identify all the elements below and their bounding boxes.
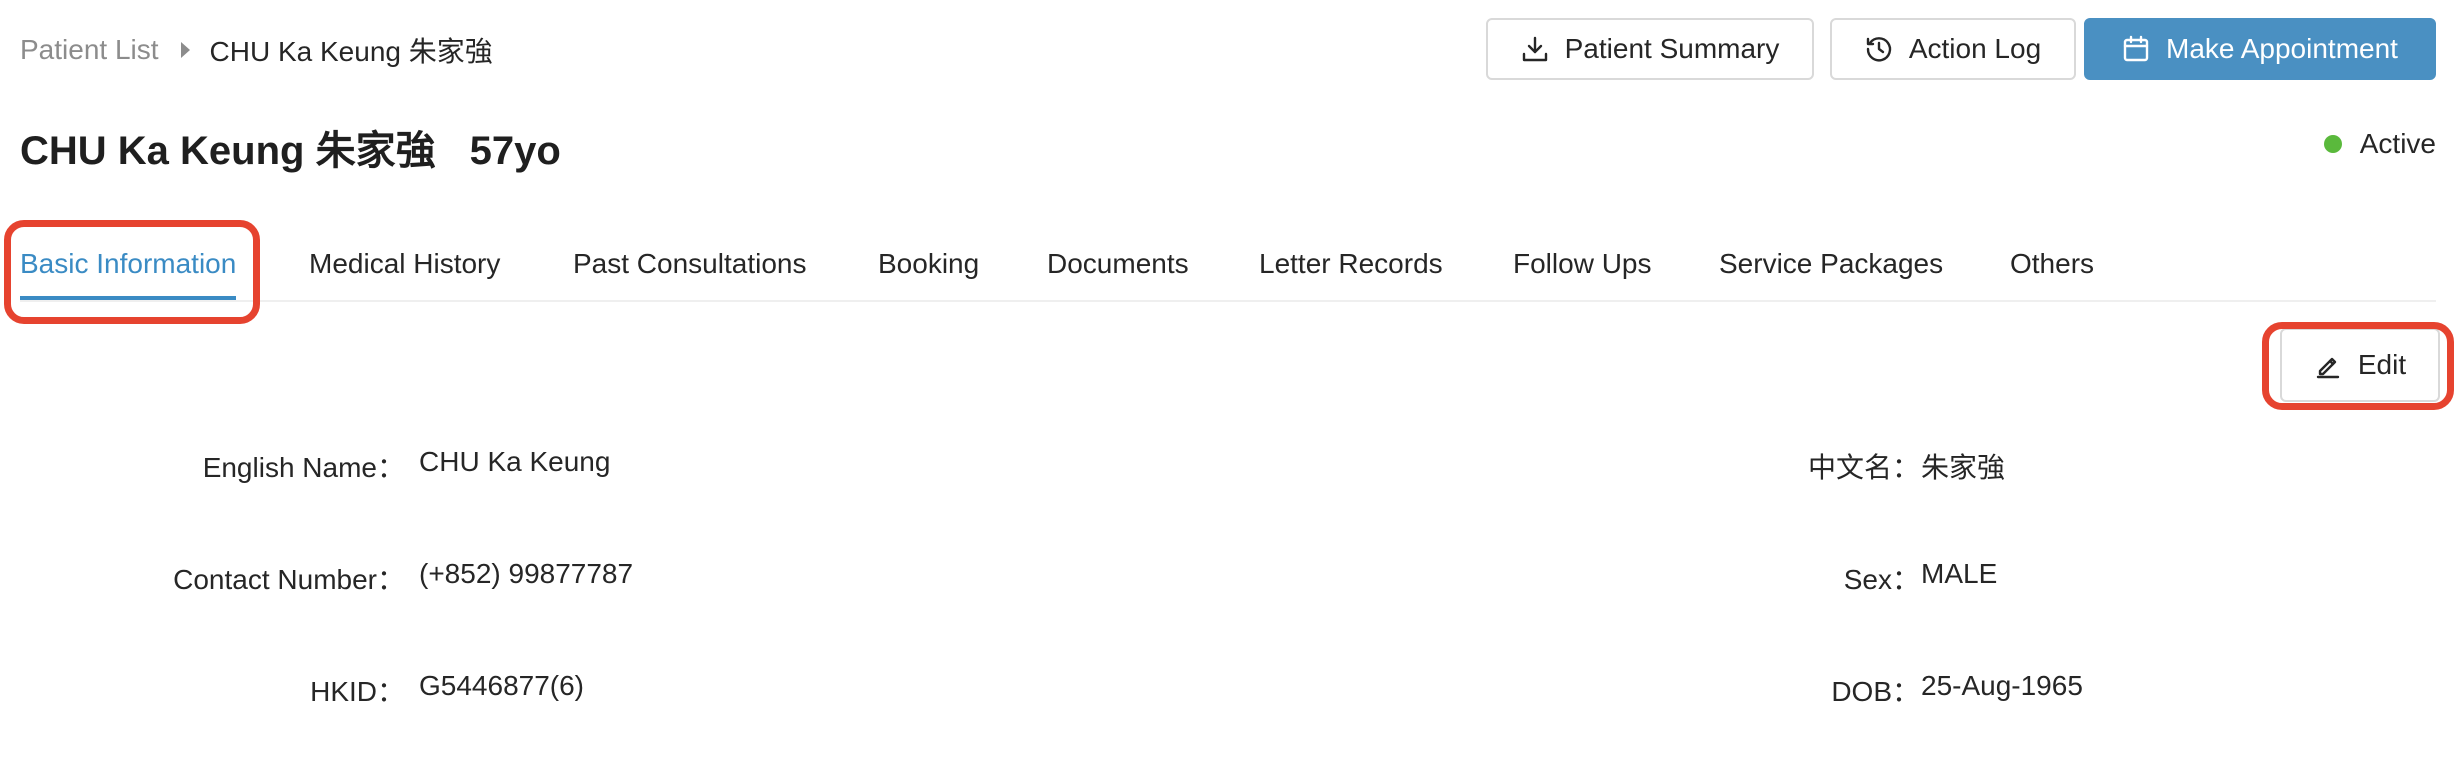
status-dot-icon bbox=[2323, 135, 2342, 153]
active-tab-indicator bbox=[20, 296, 237, 300]
make-appointment-label: Make Appointment bbox=[2166, 33, 2398, 64]
patient-age: 57yo bbox=[469, 129, 561, 173]
contact-number-value: (+852) 99877787 bbox=[419, 558, 634, 589]
tab-label: Letter Records bbox=[1259, 248, 1443, 279]
status-label: Active bbox=[2359, 128, 2436, 159]
tab-bar: Basic Information Medical History Past C… bbox=[20, 230, 2436, 302]
tab-follow-ups[interactable]: Follow Ups bbox=[1513, 230, 1651, 298]
action-log-button[interactable]: Action Log bbox=[1830, 18, 2076, 80]
tab-booking[interactable]: Booking bbox=[878, 230, 979, 298]
edit-button[interactable]: Edit bbox=[2280, 328, 2440, 402]
status-indicator: Active bbox=[2323, 128, 2436, 160]
tab-label: Service Packages bbox=[1719, 248, 1944, 279]
chinese-name-label: 中文名： bbox=[1807, 452, 1920, 483]
tab-label: Medical History bbox=[309, 248, 501, 279]
tab-service-packages[interactable]: Service Packages bbox=[1719, 230, 1943, 298]
history-icon bbox=[1865, 35, 1893, 63]
tab-basic-information[interactable]: Basic Information bbox=[20, 230, 237, 300]
tab-past-consultations[interactable]: Past Consultations bbox=[573, 230, 806, 298]
breadcrumb: Patient List CHU Ka Keung 朱家強 bbox=[20, 30, 493, 70]
calendar-icon bbox=[2122, 35, 2150, 63]
tab-label: Documents bbox=[1047, 248, 1189, 279]
tab-documents[interactable]: Documents bbox=[1047, 230, 1189, 298]
tab-label: Past Consultations bbox=[573, 248, 807, 279]
patient-summary-label: Patient Summary bbox=[1564, 33, 1780, 64]
edit-pencil-icon bbox=[2314, 351, 2342, 379]
edit-label: Edit bbox=[2357, 349, 2407, 380]
hkid-label: HKID： bbox=[310, 676, 405, 707]
english-name-label: English Name： bbox=[202, 452, 405, 483]
contact-number-label: Contact Number： bbox=[173, 564, 405, 595]
dob-value: 25-Aug-1965 bbox=[1921, 670, 2083, 701]
tab-letter-records[interactable]: Letter Records bbox=[1259, 230, 1443, 298]
chinese-name-value: 朱家強 bbox=[1921, 452, 2006, 483]
tab-label: Others bbox=[2010, 248, 2095, 279]
sex-value: MALE bbox=[1921, 558, 1998, 589]
breadcrumb-separator-icon bbox=[180, 42, 190, 58]
patient-name-title: CHU Ka Keung 朱家強 bbox=[20, 129, 436, 173]
breadcrumb-patient-list-link[interactable]: Patient List bbox=[20, 34, 159, 66]
page-title: CHU Ka Keung 朱家強 57yo bbox=[20, 118, 561, 176]
tab-label: Booking bbox=[878, 248, 980, 279]
breadcrumb-current: CHU Ka Keung 朱家強 bbox=[209, 36, 493, 67]
dob-label: DOB： bbox=[1831, 676, 1920, 707]
patient-summary-button[interactable]: Patient Summary bbox=[1486, 18, 1814, 80]
action-log-label: Action Log bbox=[1908, 33, 2042, 64]
tab-label: Follow Ups bbox=[1513, 248, 1652, 279]
tab-others[interactable]: Others bbox=[2010, 230, 2094, 298]
make-appointment-button[interactable]: Make Appointment bbox=[2084, 18, 2436, 80]
download-icon bbox=[1521, 35, 1549, 63]
english-name-value: CHU Ka Keung bbox=[419, 446, 611, 477]
sex-label: Sex： bbox=[1843, 564, 1920, 595]
tab-label: Basic Information bbox=[20, 248, 237, 279]
tab-medical-history[interactable]: Medical History bbox=[309, 230, 500, 298]
hkid-value: G5446877(6) bbox=[419, 670, 585, 701]
